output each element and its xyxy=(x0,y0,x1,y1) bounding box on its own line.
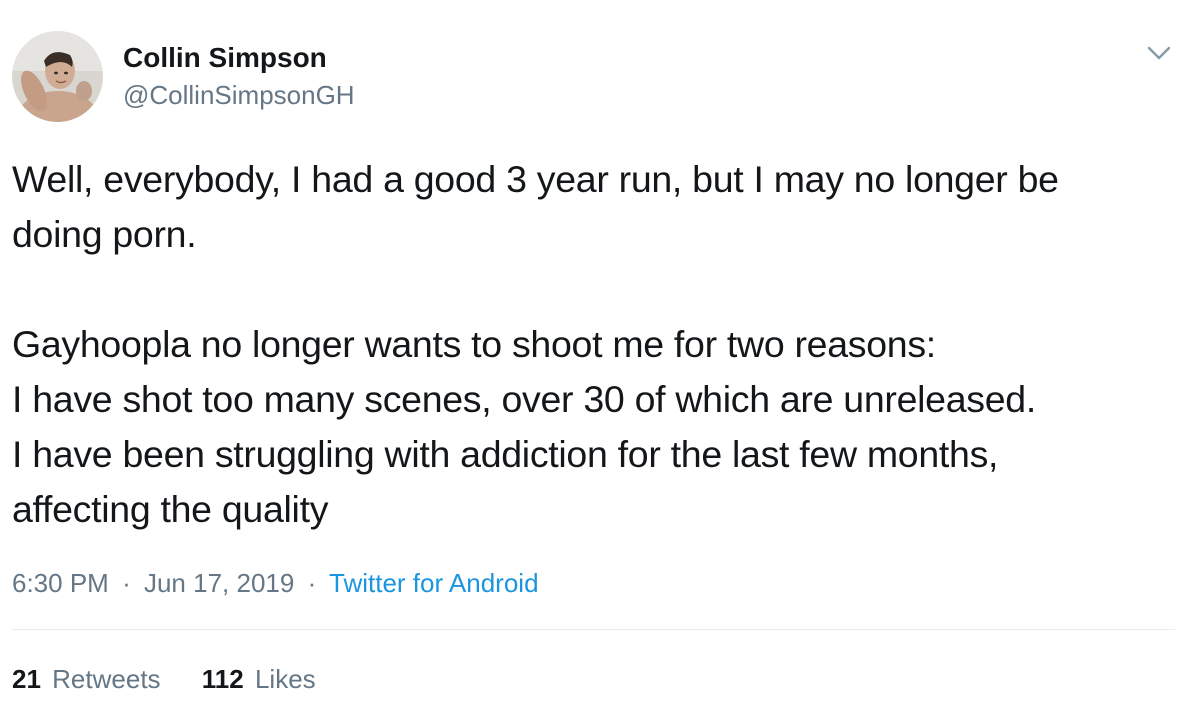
tweet-line: affecting the quality xyxy=(12,488,329,530)
avatar-image xyxy=(12,31,103,122)
tweet-card: Collin Simpson @CollinSimpsonGH Well, ev… xyxy=(0,0,1198,722)
tweet-stats: 21 Retweets 112 Likes xyxy=(12,662,350,696)
author-name[interactable]: Collin Simpson xyxy=(123,40,327,76)
tweet-metadata: 6:30 PM · Jun 17, 2019 · Twitter for And… xyxy=(12,566,539,600)
separator: · xyxy=(122,568,131,598)
tweet-source-link[interactable]: Twitter for Android xyxy=(329,568,539,598)
likes-label: Likes xyxy=(254,664,316,694)
retweets-label: Retweets xyxy=(52,664,161,694)
retweets-count: 21 xyxy=(12,664,41,694)
tweet-time[interactable]: 6:30 PM xyxy=(12,568,109,598)
retweets-stat[interactable]: 21 Retweets xyxy=(12,662,161,696)
divider xyxy=(12,629,1175,630)
tweet-line: doing porn. xyxy=(12,213,197,255)
tweet-text: Well, everybody, I had a good 3 year run… xyxy=(12,152,1182,537)
tweet-line: Well, everybody, I had a good 3 year run… xyxy=(12,158,1059,200)
tweet-date[interactable]: Jun 17, 2019 xyxy=(144,568,294,598)
tweet-line: I have been struggling with addiction fo… xyxy=(12,433,999,475)
tweet-line: Gayhoopla no longer wants to shoot me fo… xyxy=(12,323,936,365)
likes-count: 112 xyxy=(201,664,244,694)
chevron-down-icon[interactable] xyxy=(1145,42,1173,64)
separator: · xyxy=(307,568,317,598)
likes-stat[interactable]: 112 Likes xyxy=(202,662,316,696)
avatar[interactable] xyxy=(12,31,103,122)
author-handle[interactable]: @CollinSimpsonGH xyxy=(123,78,355,112)
tweet-line: I have shot too many scenes, over 30 of … xyxy=(12,378,1036,420)
